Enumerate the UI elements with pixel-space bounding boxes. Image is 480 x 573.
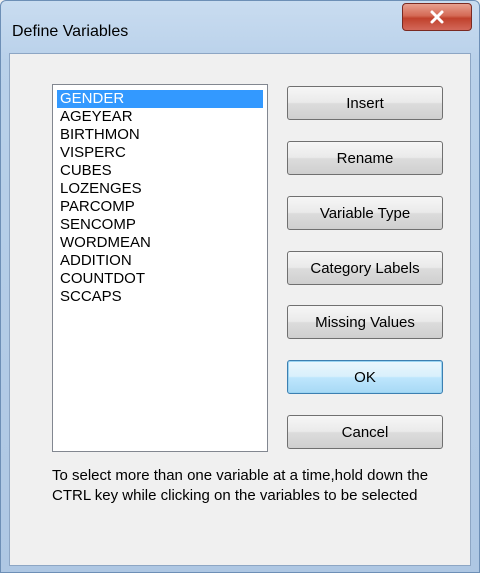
- variable-list-item[interactable]: CUBES: [57, 162, 263, 180]
- variable-list-item[interactable]: ADDITION: [57, 252, 263, 270]
- variable-list-item[interactable]: PARCOMP: [57, 198, 263, 216]
- dialog-body: GENDER AGEYEAR BIRTHMON VISPERC CUBES LOZENGE…: [9, 53, 471, 566]
- variable-list-item[interactable]: WORDMEAN: [57, 234, 263, 252]
- variable-list-item[interactable]: SCCAPS: [57, 288, 263, 306]
- insert-button[interactable]: Insert: [287, 86, 443, 120]
- missing-values-button[interactable]: Missing Values: [287, 305, 443, 339]
- variable-list-item[interactable]: GENDER: [57, 90, 263, 108]
- ok-button[interactable]: OK: [287, 360, 443, 394]
- cancel-button[interactable]: Cancel: [287, 415, 443, 449]
- variable-type-button[interactable]: Variable Type: [287, 196, 443, 230]
- close-icon: [430, 10, 444, 24]
- dialog-window: Define Variables GENDER AGEYEAR BIRTHMON VI…: [0, 0, 480, 573]
- variable-list-item[interactable]: VISPERC: [57, 144, 263, 162]
- selection-hint-text: To select more than one variable at a ti…: [52, 467, 429, 504]
- close-button[interactable]: [402, 3, 472, 31]
- title-bar[interactable]: Define Variables: [1, 1, 479, 53]
- variable-list-item[interactable]: BIRTHMON: [57, 126, 263, 144]
- variable-list-item[interactable]: SENCOMP: [57, 216, 263, 234]
- variable-list-item[interactable]: COUNTDOT: [57, 270, 263, 288]
- category-labels-button[interactable]: Category Labels: [287, 251, 443, 285]
- variable-list-item[interactable]: LOZENGES: [57, 180, 263, 198]
- rename-button[interactable]: Rename: [287, 141, 443, 175]
- window-title: Define Variables: [12, 23, 129, 40]
- variable-listbox[interactable]: GENDER AGEYEAR BIRTHMON VISPERC CUBES LOZENGE…: [52, 84, 268, 452]
- variable-list-item[interactable]: AGEYEAR: [57, 108, 263, 126]
